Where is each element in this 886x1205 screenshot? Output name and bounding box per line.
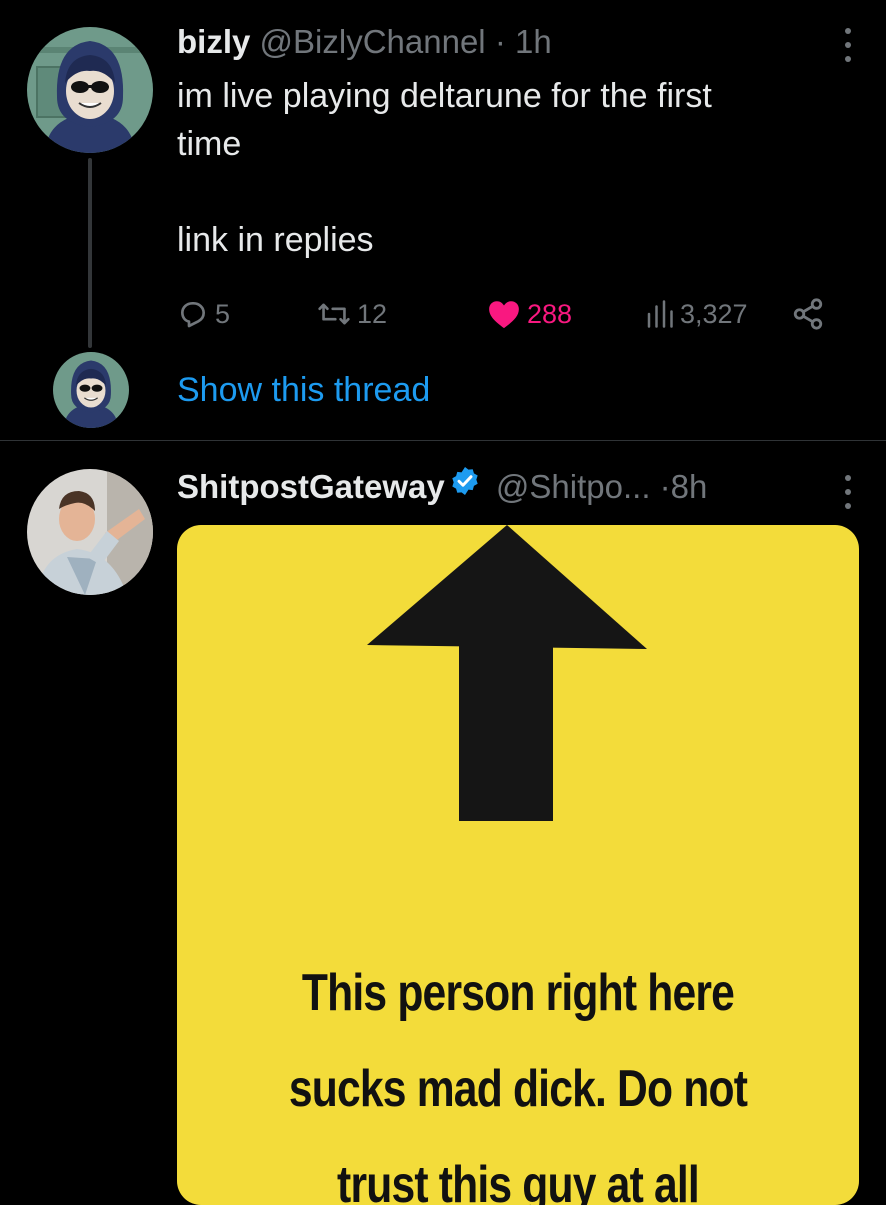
- user-handle[interactable]: @BizlyChannel: [260, 23, 486, 60]
- up-arrow-icon: [367, 525, 647, 821]
- tweet-header: bizly @BizlyChannel · 1h: [177, 20, 552, 64]
- views-button[interactable]: 3,327: [644, 292, 748, 336]
- display-name[interactable]: bizly: [177, 23, 250, 60]
- media-caption: This person right here sucks mad dick. D…: [288, 964, 748, 1205]
- show-thread-link[interactable]: Show this thread: [177, 366, 430, 414]
- tweet-header: ShitpostGateway @Shitpo... ·8h: [177, 465, 707, 511]
- avatar-bizly[interactable]: [27, 27, 153, 153]
- avatar-bizly-thread[interactable]: [53, 352, 129, 428]
- more-icon[interactable]: [840, 28, 856, 62]
- retweet-icon: [318, 303, 350, 325]
- avatar-shitpostgateway[interactable]: [27, 469, 153, 595]
- reply-count: 5: [215, 298, 231, 329]
- share-button[interactable]: [791, 292, 825, 336]
- more-icon[interactable]: [840, 475, 856, 509]
- share-icon: [793, 298, 823, 330]
- reply-button[interactable]: 5: [177, 292, 230, 336]
- verified-badge-icon: [449, 464, 481, 508]
- tweet-bizly[interactable]: bizly @BizlyChannel · 1h im live playing…: [0, 0, 886, 440]
- display-name[interactable]: ShitpostGateway: [177, 468, 445, 505]
- tweet-text: im live playing deltarune for the first …: [177, 77, 712, 259]
- heart-icon: [489, 301, 519, 329]
- view-count: 3,327: [680, 298, 748, 329]
- thread-line: [88, 158, 92, 348]
- timestamp[interactable]: 1h: [515, 23, 552, 60]
- timestamp[interactable]: 8h: [671, 468, 708, 505]
- user-handle[interactable]: @Shitpo...: [496, 468, 651, 505]
- tweet-media-image[interactable]: This person right here sucks mad dick. D…: [177, 525, 859, 1205]
- like-button[interactable]: 288: [487, 292, 572, 336]
- action-bar: 5 12 288 3,327: [177, 292, 837, 336]
- separator-dot: ·: [659, 468, 671, 505]
- separator-dot: ·: [494, 23, 506, 60]
- retweet-button[interactable]: 12: [317, 292, 387, 336]
- like-count: 288: [527, 298, 573, 329]
- reply-icon: [181, 302, 205, 328]
- tweet-shitpostgateway[interactable]: ShitpostGateway @Shitpo... ·8h This pers…: [0, 440, 886, 1205]
- views-icon: [647, 300, 673, 328]
- retweet-count: 12: [357, 298, 388, 329]
